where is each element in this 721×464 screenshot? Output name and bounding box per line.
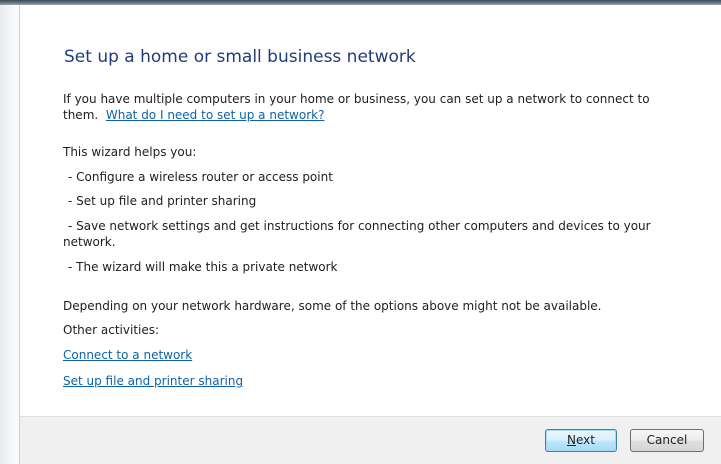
bullet-save-settings: - Save network settings and get instruct… bbox=[68, 219, 651, 233]
file-printer-sharing-link[interactable]: Set up file and printer sharing bbox=[63, 373, 243, 389]
window-left-border bbox=[0, 5, 20, 464]
wizard-content: Set up a home or small business network … bbox=[20, 5, 721, 416]
wizard-window: Set up a home or small business network … bbox=[0, 0, 721, 464]
help-link-network-requirements[interactable]: What do I need to set up a network? bbox=[106, 108, 325, 122]
next-button-label: ext bbox=[576, 433, 595, 447]
page-title: Set up a home or small business network bbox=[64, 47, 416, 67]
next-accelerator-key: N bbox=[567, 433, 576, 447]
bullet-private-network: - The wizard will make this a private ne… bbox=[68, 260, 338, 274]
intro-line-2-prefix: them. bbox=[63, 108, 99, 122]
cancel-button[interactable]: Cancel bbox=[630, 429, 704, 452]
availability-note: Depending on your network hardware, some… bbox=[63, 299, 602, 313]
intro-line-2: them. What do I need to set up a network… bbox=[63, 107, 650, 123]
wizard-footer: Next Cancel bbox=[20, 416, 721, 464]
wizard-helps-heading: This wizard helps you: bbox=[63, 145, 197, 159]
next-button[interactable]: Next bbox=[545, 429, 617, 452]
bullet-configure-router: - Configure a wireless router or access … bbox=[68, 170, 333, 184]
other-activities-label: Other activities: bbox=[63, 323, 160, 337]
bullet-save-settings-continuation: network. bbox=[63, 235, 116, 249]
intro-line-1: If you have multiple computers in your h… bbox=[63, 92, 650, 106]
connect-to-network-link[interactable]: Connect to a network bbox=[63, 347, 192, 363]
bullet-file-printer-sharing: - Set up file and printer sharing bbox=[68, 194, 257, 208]
intro-text: If you have multiple computers in your h… bbox=[63, 91, 650, 123]
